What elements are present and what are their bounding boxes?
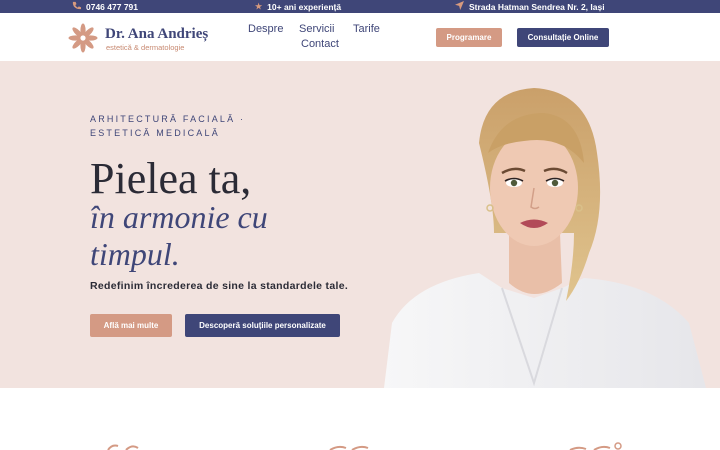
stats-partial-figures (107, 442, 622, 450)
main-nav: Despre Servicii Tarife Contact (240, 23, 400, 53)
topbar-address[interactable]: Strada Hatman Sendrea Nr. 2, Iași (455, 0, 605, 13)
logo-name: Dr. Ana Andrieș (105, 26, 209, 42)
descopera-solutii-button[interactable]: Descoperă soluțiile personalizate (185, 314, 340, 337)
flower-icon (68, 23, 98, 53)
consultatie-online-button[interactable]: Consultație Online (517, 28, 609, 47)
hero-eyebrow: ARHITECTURĂ FACIALĂ · ESTETICĂ MEDICALĂ (90, 114, 246, 138)
hero-title-italic: în armonie cu timpul. (90, 199, 268, 272)
page: 0746 477 791 ★ 10+ ani experiență Strada… (0, 0, 720, 450)
phone-icon (72, 1, 81, 12)
topbar-experience-text: 10+ ani experiență (267, 1, 342, 12)
afla-mai-multe-button[interactable]: Află mai multe (90, 314, 172, 337)
logo[interactable]: Dr. Ana Andrieș estetică & dermatologie (68, 23, 208, 55)
topbar-phone[interactable]: 0746 477 791 (72, 0, 138, 13)
hero-section: ARHITECTURĂ FACIALĂ · ESTETICĂ MEDICALĂ … (0, 61, 720, 388)
location-arrow-icon (455, 1, 464, 12)
top-info-bar: 0746 477 791 ★ 10+ ani experiență Strada… (0, 0, 720, 13)
logo-subtitle: estetică & dermatologie (106, 43, 185, 52)
hero-title: Pielea ta, (90, 154, 252, 203)
hero-lead: Redefinim încrederea de sine la standard… (90, 280, 349, 292)
nav-tarife[interactable]: Tarife (353, 23, 380, 35)
topbar-experience: ★ 10+ ani experiență (255, 0, 341, 13)
nav-servicii[interactable]: Servicii (299, 23, 334, 35)
topbar-address-text: Strada Hatman Sendrea Nr. 2, Iași (469, 1, 605, 12)
star-icon: ★ (255, 1, 263, 11)
site-header: Dr. Ana Andrieș estetică & dermatologie … (0, 13, 720, 61)
stats-section (0, 388, 720, 450)
programare-button[interactable]: Programare (436, 28, 502, 47)
nav-despre[interactable]: Despre (248, 23, 283, 35)
topbar-phone-text: 0746 477 791 (86, 1, 138, 12)
doctor-portrait (384, 88, 706, 388)
nav-contact[interactable]: Contact (301, 38, 339, 50)
